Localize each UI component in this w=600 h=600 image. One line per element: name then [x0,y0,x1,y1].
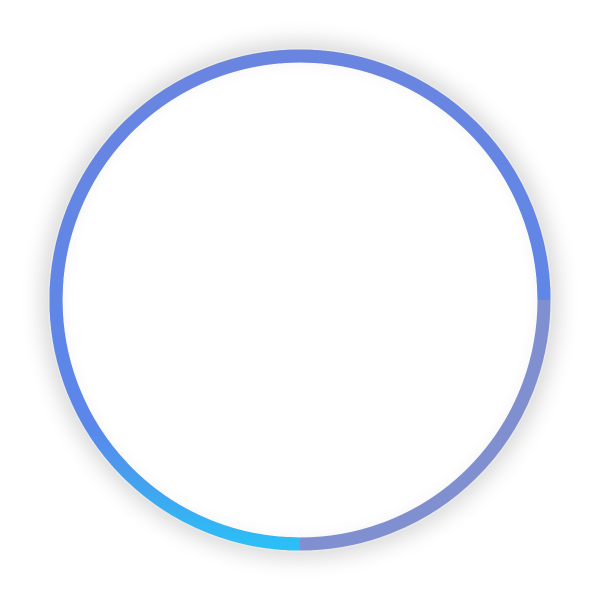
progress-ring [49,49,551,551]
progress-ring-widget [0,0,600,600]
